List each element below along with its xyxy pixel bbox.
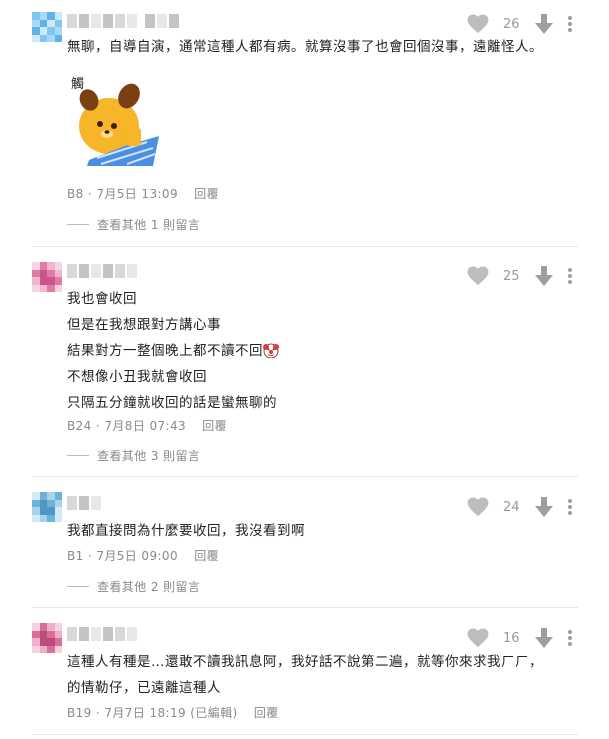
avatar[interactable] — [32, 492, 62, 522]
arrow-down-icon[interactable] — [535, 266, 553, 286]
arrow-down-icon[interactable] — [535, 14, 553, 34]
comment-date: 7月5日 09:00 — [96, 549, 178, 563]
heart-icon[interactable] — [467, 497, 489, 517]
author-name-blurred — [67, 627, 137, 641]
view-more-replies[interactable]: 查看其他 1 則留言 — [67, 216, 200, 233]
more-vertical-icon[interactable] — [567, 15, 573, 33]
comment-meta: B19 · 7月7日 18:19 (已編輯) 回覆 — [67, 706, 279, 720]
comment-divider — [32, 246, 578, 247]
floor-label: B19 — [67, 706, 92, 720]
sticker-image: 觸 — [67, 68, 167, 168]
heart-icon[interactable] — [467, 14, 489, 34]
comment-actions: 25 — [467, 266, 573, 286]
like-count: 24 — [503, 499, 520, 515]
comment-text: 我也會收回 但是在我想跟對方講心事 結果對方一整個晚上都不讀不回 不想像小丑我就… — [67, 291, 279, 411]
more-vertical-icon[interactable] — [567, 498, 573, 516]
comment-date: 7月8日 07:43 — [104, 419, 187, 433]
comment-divider — [32, 607, 578, 608]
comment-actions: 24 — [467, 497, 573, 517]
comment-date: 7月5日 13:09 — [96, 187, 178, 201]
comment-actions: 16 — [467, 628, 573, 648]
floor-label: B8 — [67, 187, 84, 201]
like-count: 16 — [503, 630, 520, 646]
author-name-blurred — [67, 496, 101, 510]
reply-button[interactable]: 回覆 — [194, 187, 219, 201]
view-more-line — [67, 455, 89, 456]
author-name-blurred — [67, 14, 179, 28]
floor-label: B1 — [67, 549, 84, 563]
arrow-down-icon[interactable] — [535, 497, 553, 517]
comment-text: 這種人有種是…還敢不讀我訊息阿，我好話不說第二遍，就等你來求我ㄏㄏ， 的情勒仔，… — [67, 654, 543, 696]
avatar[interactable] — [32, 623, 62, 653]
more-vertical-icon[interactable] — [567, 629, 573, 647]
comment-meta: B24 · 7月8日 07:43 回覆 — [67, 419, 228, 433]
like-count: 26 — [503, 16, 520, 32]
like-count: 25 — [503, 268, 520, 284]
comment-text: 我都直接問為什麼要收回，我沒看到啊 — [67, 523, 305, 539]
view-more-line — [67, 224, 89, 225]
avatar[interactable] — [32, 12, 62, 42]
reply-button[interactable]: 回覆 — [254, 706, 279, 720]
view-more-replies[interactable]: 查看其他 2 則留言 — [67, 578, 200, 595]
avatar[interactable] — [32, 262, 62, 292]
bear-sticker-icon: 觸 — [71, 77, 159, 166]
heart-icon[interactable] — [467, 266, 489, 286]
svg-text:觸: 觸 — [71, 77, 84, 92]
comment-text: 無聊，自導自演，通常這種人都有病。就算沒事了也會回個沒事，遠離怪人。 — [67, 39, 543, 55]
comment-meta: B8 · 7月5日 13:09 回覆 — [67, 187, 220, 201]
more-vertical-icon[interactable] — [567, 267, 573, 285]
clown-emoji-icon — [263, 343, 279, 358]
comment-date: 7月7日 18:19 (已編輯) — [104, 706, 238, 720]
reply-button[interactable]: 回覆 — [194, 549, 219, 563]
arrow-down-icon[interactable] — [535, 628, 553, 648]
comment-meta: B1 · 7月5日 09:00 回覆 — [67, 549, 220, 563]
view-more-line — [67, 586, 89, 587]
comment-divider — [32, 734, 578, 735]
heart-icon[interactable] — [467, 628, 489, 648]
comment-divider — [32, 476, 578, 477]
author-name-blurred — [67, 264, 137, 278]
view-more-replies[interactable]: 查看其他 3 則留言 — [67, 447, 200, 464]
comment-actions: 26 — [467, 14, 573, 34]
reply-button[interactable]: 回覆 — [202, 419, 227, 433]
floor-label: B24 — [67, 419, 92, 433]
